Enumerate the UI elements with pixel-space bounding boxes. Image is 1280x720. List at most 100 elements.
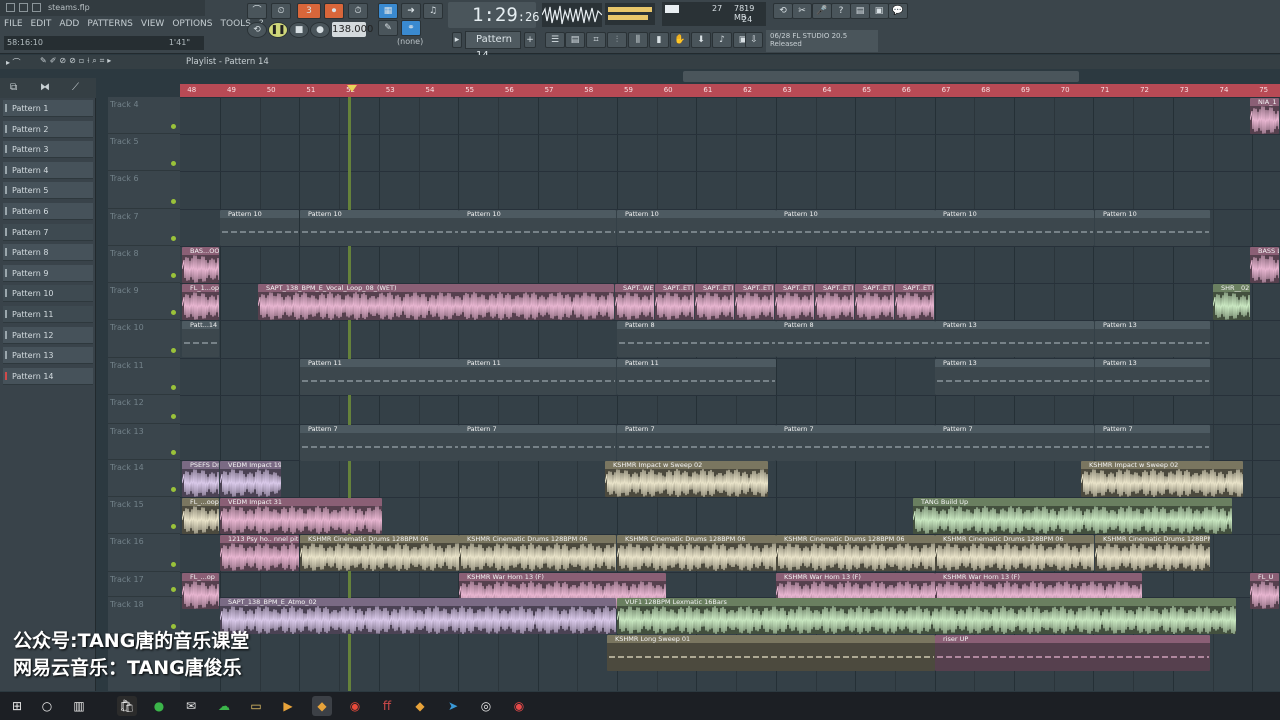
pattern-item[interactable]: Pattern 7 xyxy=(3,223,93,241)
playlist-clip[interactable]: Pattern 13 xyxy=(1095,321,1210,357)
snap-selector[interactable]: (none) xyxy=(397,37,423,46)
playlist-clip[interactable]: Pattern 11 xyxy=(300,359,459,395)
playlist-clip[interactable]: KSHMR Cinematic Drums 128BPM 06 xyxy=(935,535,1094,571)
playlist-clip[interactable]: Patt...14 xyxy=(182,321,219,357)
playlist-clip[interactable]: SAPT..ET) xyxy=(815,284,854,320)
chrome-icon[interactable]: ◉ xyxy=(345,696,365,716)
playlist-clip[interactable]: PSEFS Dri xyxy=(182,461,219,497)
track-header[interactable]: Track 10 xyxy=(108,320,180,358)
wechat-icon[interactable]: ☁ xyxy=(214,696,234,716)
window-menu-icon[interactable] xyxy=(6,3,15,12)
playlist-clip[interactable]: VUF1 128BPM Lexmatic 16Bars xyxy=(617,598,1236,634)
help-icon[interactable]: ? xyxy=(831,3,851,19)
playlist-clip[interactable]: Pattern 7 xyxy=(1095,425,1210,461)
pattern-add-icon[interactable]: + xyxy=(524,32,536,48)
track-mute-led[interactable] xyxy=(171,236,176,241)
track-header[interactable]: Track 15 xyxy=(108,497,180,534)
app-green-icon[interactable]: ● xyxy=(149,696,169,716)
windows-start-icon[interactable]: ⊞ xyxy=(7,696,27,716)
playlist-clip[interactable]: Pattern 10 xyxy=(300,210,459,246)
mic-icon[interactable]: 🎤 xyxy=(812,3,832,19)
pause-button[interactable]: ❚❚ xyxy=(268,22,288,38)
chat-icon[interactable]: 💬 xyxy=(888,3,908,19)
playlist-clip[interactable]: Pattern 13 xyxy=(935,321,1094,357)
step-edit-button[interactable]: ⏺ xyxy=(324,3,344,19)
menu-options[interactable]: OPTIONS xyxy=(168,17,216,31)
snap-forward-icon[interactable]: ➜ xyxy=(401,3,421,19)
news-download-icon[interactable]: ⇩ xyxy=(745,32,763,48)
toolbar-arrow-icon[interactable]: ▸ ⌒ xyxy=(6,57,21,68)
playlist-clip[interactable]: Pattern 8 xyxy=(617,321,776,357)
playlist-clip[interactable]: Pattern 7 xyxy=(459,425,616,461)
playlist-clip[interactable]: Pattern 10 xyxy=(459,210,616,246)
track-mute-led[interactable] xyxy=(171,273,176,278)
metronome-button[interactable]: ⌒ xyxy=(247,3,267,19)
media-player-icon[interactable]: ▶ xyxy=(278,696,298,716)
playlist-clip[interactable]: BAS...OOP xyxy=(182,247,219,283)
telegram-icon[interactable]: ➤ xyxy=(443,696,463,716)
wait-input-button[interactable]: ⏲ xyxy=(271,3,291,19)
minimize-icon[interactable] xyxy=(19,3,28,12)
track-header[interactable]: Track 7 xyxy=(108,209,180,246)
pattern-item[interactable]: Pattern 11 xyxy=(3,306,93,323)
playlist-clip[interactable]: Pattern 7 xyxy=(776,425,935,461)
pattern-mode-icon[interactable]: ⧉ xyxy=(10,82,17,93)
playlist-clip[interactable]: SAPT..WET) xyxy=(615,284,654,320)
playlist-clip[interactable]: KSHMR Cinematic Drums 128BPM 06 xyxy=(1095,535,1210,571)
playlist-clip[interactable]: 1213 Psy ho.. nnel pitch xyxy=(220,535,299,571)
playlist-clip[interactable]: SAPT..ET) xyxy=(735,284,774,320)
playlist-clip[interactable]: Pattern 8 xyxy=(776,321,935,357)
task-view-icon[interactable]: ▥ xyxy=(69,696,89,716)
track-header[interactable]: Track 16 xyxy=(108,534,180,572)
pattern-prev-icon[interactable]: ▸ xyxy=(452,32,462,48)
playlist-clip[interactable]: SAPT_138_BPM_E_Atmo_02 xyxy=(220,598,616,634)
pattern-item[interactable]: Pattern 5 xyxy=(3,182,93,200)
playlist-clip[interactable]: Pattern 10 xyxy=(1095,210,1210,246)
track-mute-led[interactable] xyxy=(171,161,176,166)
app-circle-icon[interactable]: ◎ xyxy=(476,696,496,716)
playlist-clip[interactable]: Pattern 10 xyxy=(220,210,299,246)
pencil-tool-button[interactable]: ✎ xyxy=(378,20,398,36)
plugin-icon[interactable]: ⬇ xyxy=(691,32,711,48)
menu-file[interactable]: FILE xyxy=(0,17,27,31)
playlist-clip[interactable]: FL_...oop xyxy=(182,498,219,534)
menu-patterns[interactable]: PATTERNS xyxy=(83,17,137,31)
playlist-clip[interactable]: SHR__02 xyxy=(1213,284,1250,320)
save-icon[interactable]: ▤ xyxy=(850,3,870,19)
track-header[interactable]: Track 9 xyxy=(108,283,180,320)
app-ff-icon[interactable]: ff xyxy=(377,696,397,716)
channel-rack-icon[interactable]: ▤ xyxy=(565,32,585,48)
playlist-clip[interactable]: KSHMR Impact w Sweep 02 xyxy=(1081,461,1243,497)
timeline-ruler[interactable]: 48 49 50 51 52 53 54 55 56 57 58 59 60 61 62 63 64 65 66 67… xyxy=(180,84,1280,97)
track-mute-led[interactable] xyxy=(171,199,176,204)
playlist-clip[interactable]: Pattern 7 xyxy=(935,425,1094,461)
playlist-clip[interactable]: KSHMR Cinematic Drums 128BPM 06 xyxy=(617,535,776,571)
automation-mode-icon[interactable]: ⟋ xyxy=(72,82,79,93)
undo-icon[interactable]: ⟲ xyxy=(773,3,793,19)
pattern-item[interactable]: Pattern 13 xyxy=(3,347,93,365)
playlist-clip[interactable]: FL_1...op xyxy=(182,284,219,320)
plugin-picker-icon[interactable]: ▮ xyxy=(649,32,669,48)
pattern-item[interactable]: Pattern 14 xyxy=(3,367,93,385)
playlist-clip[interactable]: riser UP xyxy=(935,635,1210,671)
track-header[interactable]: Track 13 xyxy=(108,424,180,460)
playlist-clip[interactable]: FL_...op xyxy=(182,573,219,609)
cut-icon[interactable]: ✂ xyxy=(792,3,812,19)
playlist-clip[interactable]: FL_U xyxy=(1250,573,1279,609)
pattern-item[interactable]: Pattern 6 xyxy=(3,203,93,220)
pattern-item[interactable]: Pattern 3 xyxy=(3,141,93,159)
playlist-clip[interactable]: VEDM Impact 31 xyxy=(220,498,382,534)
record-button[interactable]: ● xyxy=(310,22,330,38)
audio-mode-icon[interactable]: ⧓ xyxy=(40,82,50,93)
playlist-clip[interactable]: Pattern 13 xyxy=(1095,359,1210,395)
playlist-clip[interactable]: KSHMR Cinematic Drums 128BPM 06 xyxy=(776,535,935,571)
browser-icon[interactable]: ⫼ xyxy=(628,32,648,48)
track-mute-led[interactable] xyxy=(171,450,176,455)
track-header[interactable]: Track 17 xyxy=(108,572,180,597)
mail-icon[interactable]: ✉ xyxy=(181,696,201,716)
pat-song-toggle[interactable]: ⟲ xyxy=(247,22,267,38)
track-mute-led[interactable] xyxy=(171,124,176,129)
playlist-clip[interactable]: VEDM Impact 19 E xyxy=(220,461,281,497)
playlist-clip[interactable]: KSHMR Cinematic Drums 128BPM 06 xyxy=(300,535,459,571)
playlist-clip[interactable]: SAPT..ET) xyxy=(655,284,694,320)
